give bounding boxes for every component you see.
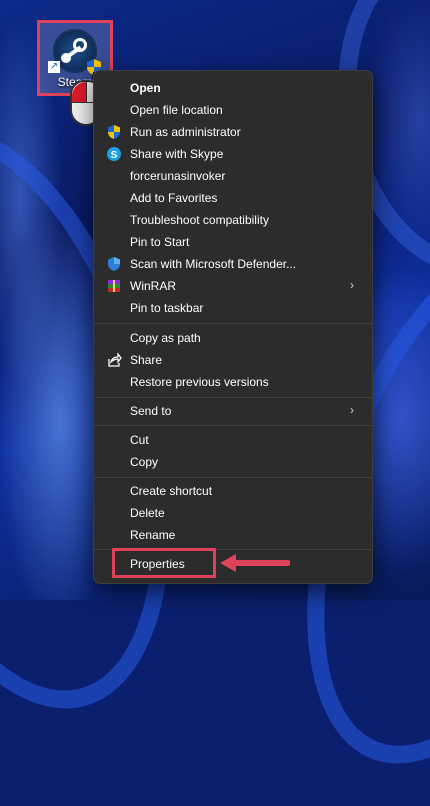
menu-item-label: Create shortcut (130, 484, 213, 498)
menu-item-label: Copy as path (130, 331, 201, 345)
menu-item-restore-previous-versions[interactable]: Restore previous versions (98, 371, 368, 393)
menu-separator (94, 323, 372, 324)
red-arrow-icon (220, 554, 290, 572)
menu-separator (94, 425, 372, 426)
menu-item-label: Open (130, 81, 161, 95)
menu-separator (94, 397, 372, 398)
properties-highlight-box (112, 548, 216, 578)
uac-shield-icon (108, 125, 120, 139)
menu-item-forcerunasinvoker[interactable]: forcerunasinvoker (98, 165, 368, 187)
menu-item-label: Pin to taskbar (130, 301, 204, 315)
menu-item-copy-as-path[interactable]: Copy as path (98, 327, 368, 349)
chevron-right-icon: › (350, 278, 354, 292)
menu-item-share-with-skype[interactable]: S Share with Skype (98, 143, 368, 165)
context-menu: Open Open file location Run as administr… (93, 70, 373, 584)
svg-text:S: S (111, 150, 118, 161)
menu-item-label: Send to (130, 404, 172, 418)
menu-item-copy[interactable]: Copy (98, 451, 368, 473)
menu-item-label: Share with Skype (130, 147, 224, 161)
shortcut-arrow-icon: ↗ (48, 61, 60, 73)
menu-item-troubleshoot-compatibility[interactable]: Troubleshoot compatibility (98, 209, 368, 231)
menu-item-label: Share (130, 353, 163, 367)
share-icon (108, 352, 122, 367)
menu-item-label: Pin to Start (130, 235, 190, 249)
menu-item-label: Rename (130, 528, 176, 542)
menu-item-label: Restore previous versions (130, 375, 269, 389)
menu-item-label: Run as administrator (130, 125, 241, 139)
menu-item-scan-with-defender[interactable]: Scan with Microsoft Defender... (98, 253, 368, 275)
menu-item-label: Delete (130, 506, 165, 520)
chevron-right-icon: › (350, 403, 354, 417)
menu-item-label: Troubleshoot compatibility (130, 213, 269, 227)
menu-item-delete[interactable]: Delete (98, 502, 368, 524)
menu-item-label: Add to Favorites (130, 191, 218, 205)
menu-item-send-to[interactable]: Send to › (98, 400, 368, 422)
menu-item-label: Cut (130, 433, 149, 447)
menu-item-label: WinRAR (130, 279, 177, 293)
skype-icon: S (107, 147, 121, 161)
winrar-icon (108, 280, 120, 292)
menu-item-share[interactable]: Share (98, 349, 368, 371)
menu-item-winrar[interactable]: WinRAR › (98, 275, 368, 297)
menu-item-open[interactable]: Open (98, 77, 368, 99)
menu-item-run-as-administrator[interactable]: Run as administrator (98, 121, 368, 143)
menu-item-label: forcerunasinvoker (130, 169, 226, 183)
menu-item-add-to-favorites[interactable]: Add to Favorites (98, 187, 368, 209)
menu-item-pin-to-taskbar[interactable]: Pin to taskbar (98, 297, 368, 319)
menu-item-cut[interactable]: Cut (98, 429, 368, 451)
menu-item-label: Open file location (130, 103, 223, 117)
menu-item-create-shortcut[interactable]: Create shortcut (98, 480, 368, 502)
menu-item-label: Scan with Microsoft Defender... (130, 257, 297, 271)
menu-item-rename[interactable]: Rename (98, 524, 368, 546)
defender-shield-icon (108, 257, 120, 271)
menu-separator (94, 477, 372, 478)
menu-item-label: Copy (130, 455, 159, 469)
menu-item-open-file-location[interactable]: Open file location (98, 99, 368, 121)
menu-item-pin-to-start[interactable]: Pin to Start (98, 231, 368, 253)
